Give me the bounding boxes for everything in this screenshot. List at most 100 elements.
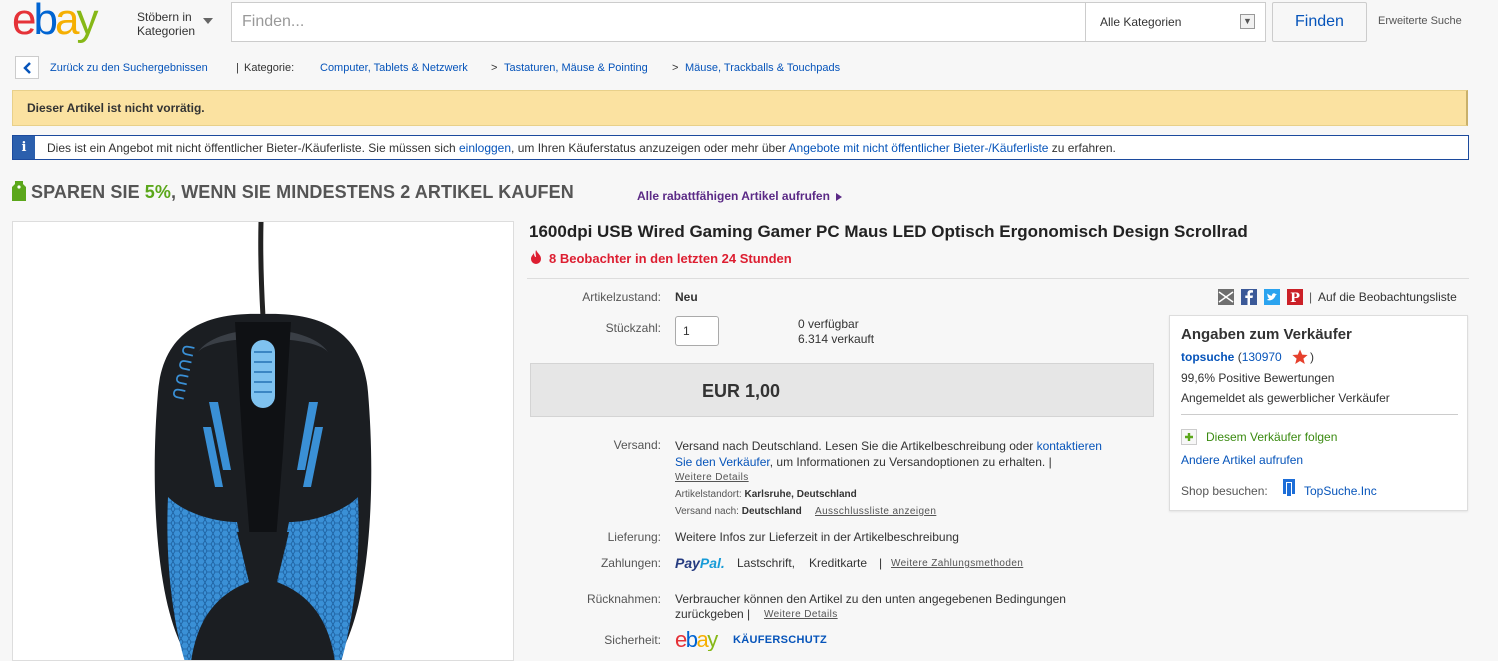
seller-name-link[interactable]: topsuche (1181, 350, 1234, 364)
returns-line-2: zurückgeben | (675, 607, 751, 621)
gaming-mouse-image: ∩∩∩∩ (154, 222, 372, 660)
promo-text: SPAREN SIE (31, 182, 145, 202)
payment-method-card: Kreditkarte (809, 556, 868, 570)
discount-items-link[interactable]: Alle rabattfähigen Artikel aufrufen (637, 189, 830, 203)
payment-separator: | (879, 556, 883, 570)
quantity-input[interactable]: 1 (675, 316, 719, 346)
dropdown-arrow-icon[interactable]: ▼ (1240, 14, 1255, 29)
back-button[interactable] (15, 56, 39, 79)
shipping-text-line2: Sie den Verkäufer, um Informationen zu V… (675, 454, 1052, 470)
browse-line-2: Kategorien (137, 24, 196, 38)
info-text-part: , um Ihren Käuferstatus anzuzeigen oder … (511, 141, 789, 155)
private-listing-link[interactable]: Angebote mit nicht öffentlicher Bieter-/… (789, 141, 1049, 155)
login-link[interactable]: einloggen (459, 141, 511, 155)
other-items-link[interactable]: Andere Artikel aufrufen (1181, 453, 1303, 467)
paypal-pal: Pal. (699, 555, 725, 571)
returns-label: Rücknahmen: (586, 592, 661, 606)
security-label: Sicherheit: (604, 633, 661, 647)
location-value: Karlsruhe, Deutschland (744, 489, 857, 500)
promo-headline: SPAREN SIE 5%, WENN SIE MINDESTENS 2 ART… (31, 182, 574, 203)
seller-name-row: topsuche (130970 (1181, 350, 1282, 364)
returns-line-1: Verbraucher können den Artikel zu den un… (675, 592, 1066, 606)
shipping-label: Versand: (613, 438, 661, 452)
ships-to-value: Deutschland (741, 506, 802, 517)
product-image[interactable]: ∩∩∩∩ (12, 221, 514, 661)
twitter-icon[interactable] (1264, 289, 1280, 305)
advanced-search-link[interactable]: Erweiterte Suche (1378, 15, 1462, 27)
follow-seller-link[interactable]: Diesem Verkäufer folgen (1206, 430, 1337, 444)
promo-text: , WENN SIE MINDESTENS 2 ARTIKEL KAUFEN (171, 182, 574, 202)
breadcrumb-gt: > (491, 62, 498, 74)
svg-text:P: P (1290, 291, 1300, 305)
payment-label: Zahlungen: (600, 556, 661, 570)
svg-text:ebay: ebay (675, 628, 718, 651)
back-to-results-link[interactable]: Zurück zu den Suchergebnissen (50, 62, 208, 74)
contact-seller-link[interactable]: Sie den Verkäufer (675, 455, 770, 469)
price-tag-icon (12, 181, 26, 201)
browse-line-1: Stöbern in (137, 10, 192, 24)
divider (527, 278, 1469, 279)
store-icon[interactable] (1282, 479, 1296, 497)
seller-heading: Angaben zum Verkäufer (1181, 326, 1352, 343)
breadcrumb-label: Kategorie: (244, 62, 295, 74)
item-price: EUR 1,00 (702, 381, 781, 401)
browse-categories[interactable]: Stöbern in Kategorien (137, 10, 195, 38)
info-notice: i Dies ist ein Angebot mit nicht öffentl… (12, 135, 1469, 160)
ships-to-label: Versand nach: (675, 506, 739, 517)
watchers-count: 8 Beobachter in den letzten 24 Stunden (549, 251, 792, 266)
sold-count-link[interactable]: 6.314 verkauft (798, 332, 874, 346)
paypal-pay: Pay (675, 555, 700, 571)
breadcrumb-separator: | (236, 62, 239, 74)
paypal-logo: PayPal. (675, 555, 725, 571)
watchlist-separator: | (1309, 290, 1313, 304)
positive-feedback: 99,6% Positive Bewertungen (1181, 371, 1335, 385)
returns-details-link[interactable]: Weitere Details (764, 609, 838, 620)
breadcrumb-item-keyboards[interactable]: Tastaturen, Mäuse & Pointing (504, 62, 648, 74)
add-to-watchlist-link[interactable]: Auf die Beobachtungsliste (1318, 290, 1457, 304)
shop-link[interactable]: TopSuche.Inc (1304, 484, 1377, 498)
feedback-paren: ) (1310, 350, 1314, 364)
delivery-value: Weitere Infos zur Lieferzeit in der Arti… (675, 530, 959, 544)
location-label: Artikelstandort: (675, 489, 742, 500)
divider (1181, 414, 1458, 415)
business-seller: Angemeldet als gewerblicher Verkäufer (1181, 391, 1390, 405)
pinterest-icon[interactable]: P (1287, 289, 1303, 305)
svg-text:ebay: ebay (12, 0, 98, 44)
ebay-logo[interactable]: ebay (12, 0, 130, 46)
follow-plus-icon[interactable] (1181, 429, 1197, 445)
feedback-star-icon[interactable] (1292, 349, 1308, 365)
quantity-label: Stückzahl: (605, 321, 661, 335)
shipping-details-link[interactable]: Weitere Details (675, 472, 749, 483)
ships-to: Versand nach: Deutschland (675, 506, 802, 517)
available-count: 0 verfügbar (798, 317, 859, 331)
feedback-score-link[interactable]: 130970 (1242, 350, 1282, 364)
exclusion-list-link[interactable]: Ausschlussliste anzeigen (815, 506, 936, 517)
info-text-part: Dies ist ein Angebot mit nicht öffentlic… (47, 141, 459, 155)
search-input[interactable] (232, 3, 1084, 41)
condition-label: Artikelzustand: (582, 290, 661, 304)
category-selected: Alle Kategorien (1100, 15, 1182, 29)
delivery-label: Lieferung: (607, 530, 661, 544)
caret-down-icon[interactable] (203, 18, 213, 24)
chevron-left-icon (23, 62, 31, 74)
info-icon: i (13, 136, 35, 159)
search-bar: Alle Kategorien ▼ (231, 2, 1266, 42)
breadcrumb-item-mice[interactable]: Mäuse, Trackballs & Touchpads (685, 62, 840, 74)
arrow-right-icon[interactable] (836, 193, 842, 201)
condition-value: Neu (675, 290, 698, 304)
shipping-text: Versand nach Deutschland. Lesen Sie die … (675, 438, 1155, 454)
price-box: EUR 1,00 (530, 363, 1154, 417)
email-share-icon[interactable] (1218, 289, 1234, 305)
more-payment-methods-link[interactable]: Weitere Zahlungsmethoden (891, 558, 1023, 569)
facebook-icon[interactable] (1241, 289, 1257, 305)
item-location: Artikelstandort: Karlsruhe, Deutschland (675, 489, 857, 500)
item-title: 1600dpi USB Wired Gaming Gamer PC Maus L… (529, 222, 1248, 241)
breadcrumb-item-computer[interactable]: Computer, Tablets & Netzwerk (320, 62, 468, 74)
find-button[interactable]: Finden (1272, 2, 1367, 42)
info-text: Dies ist ein Angebot mit nicht öffentlic… (47, 141, 1116, 155)
category-select[interactable]: Alle Kategorien ▼ (1085, 3, 1265, 41)
promo-percent: 5% (144, 182, 172, 202)
buyer-protection-text: KÄUFERSCHUTZ (733, 634, 828, 646)
contact-seller-link[interactable]: kontaktieren (1037, 439, 1102, 453)
ebay-buyer-protection-logo: ebay (675, 628, 720, 651)
